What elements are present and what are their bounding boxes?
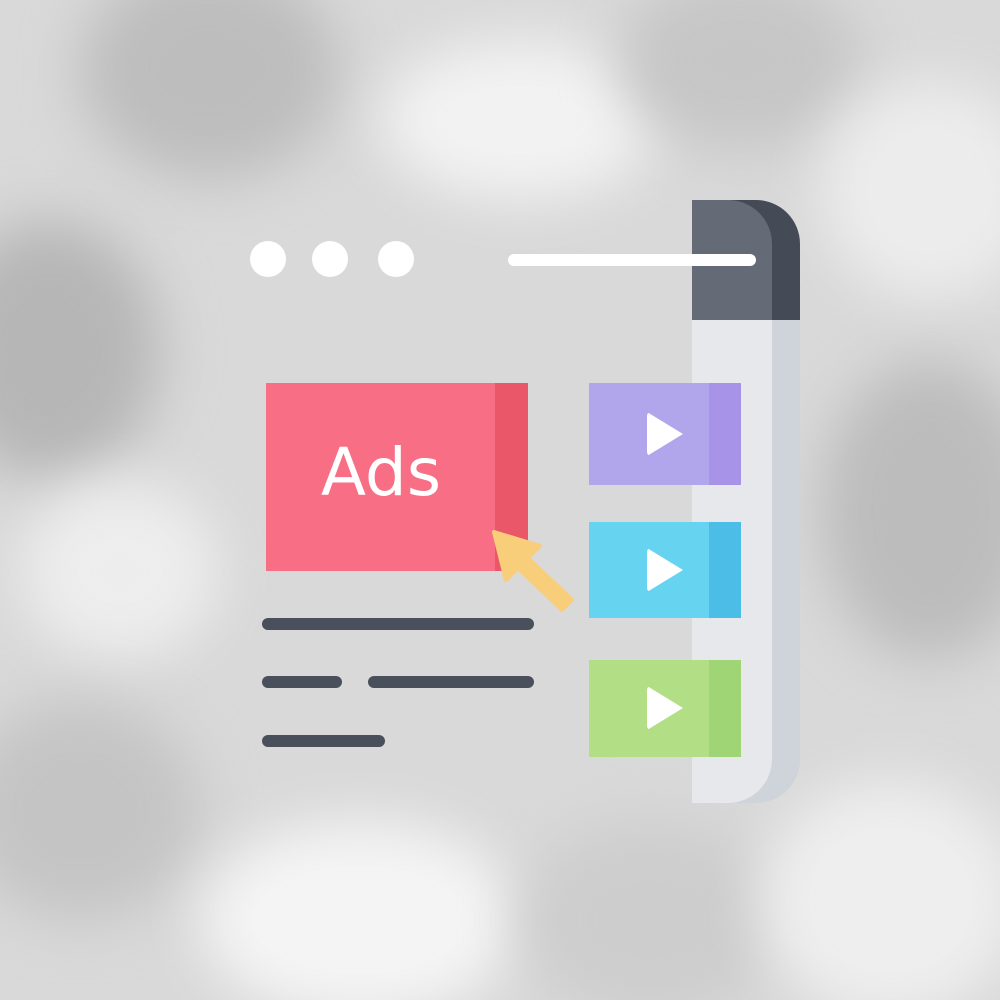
ad-label: Ads (320, 434, 442, 511)
background-blob (0, 220, 160, 480)
background-blob (820, 360, 1000, 660)
background-blob (200, 820, 520, 1000)
window-titlebar (202, 200, 800, 320)
text-line (262, 618, 534, 630)
video-tile-shade (709, 522, 741, 618)
ad-banner[interactable]: Ads (266, 383, 528, 571)
background-blob (760, 780, 1000, 1000)
text-line (262, 735, 385, 747)
address-bar[interactable] (508, 254, 756, 266)
cursor-arrow-icon (492, 530, 574, 612)
play-icon[interactable] (647, 412, 683, 456)
text-line (262, 676, 342, 688)
dot-icon[interactable] (312, 241, 348, 277)
video-tile-purple[interactable] (589, 383, 741, 485)
dot-icon[interactable] (250, 241, 286, 277)
background-blob (20, 480, 220, 660)
video-tile-green[interactable] (589, 660, 741, 757)
dot-icon[interactable] (378, 241, 414, 277)
text-line (368, 676, 534, 688)
play-icon[interactable] (647, 548, 683, 592)
video-tile-shade (709, 383, 741, 485)
video-tile-shade (709, 660, 741, 757)
background-blob (0, 700, 200, 920)
background-blob (380, 40, 660, 200)
background-blob (520, 820, 780, 1000)
background-blob (820, 80, 1000, 300)
background-blob (80, 0, 340, 180)
video-tile-blue[interactable] (589, 522, 741, 618)
play-icon[interactable] (647, 686, 683, 730)
